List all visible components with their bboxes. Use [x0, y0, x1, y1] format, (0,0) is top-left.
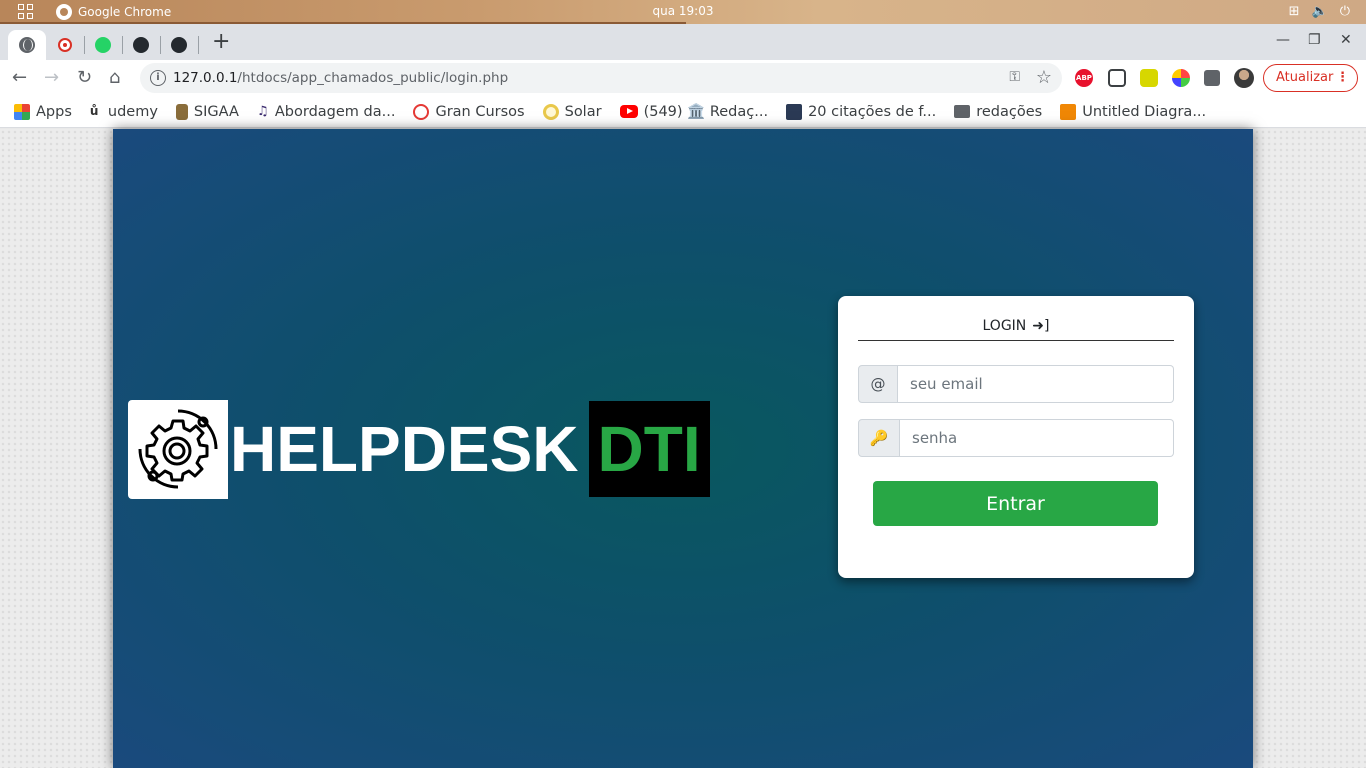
bookmark-star-icon[interactable]: ☆	[1036, 67, 1052, 88]
key-icon[interactable]: ⚿	[1009, 69, 1020, 85]
bookmark-label: Solar	[564, 103, 602, 120]
address-bar[interactable]: i 127.0.0.1/htdocs/app_chamados_public/l…	[140, 63, 1062, 93]
github-icon	[133, 37, 149, 53]
update-button[interactable]: Atualizar ⋮	[1263, 64, 1358, 92]
password-input-group: 🔑	[858, 419, 1174, 457]
bookmark-label: SIGAA	[193, 103, 239, 120]
bookmark-solar[interactable]: Solar	[542, 103, 602, 120]
screenshot-extension-icon[interactable]	[1108, 69, 1126, 87]
bookmark-label: Gran Cursos	[435, 103, 525, 120]
tab-separator	[160, 36, 161, 54]
bookmark-label: Untitled Diagra...	[1082, 103, 1207, 120]
clock[interactable]: qua 19:03	[0, 4, 1366, 18]
password-field[interactable]	[900, 419, 1174, 457]
url-path: /htdocs/app_chamados_public/login.php	[237, 70, 509, 86]
reload-button[interactable]: ↻	[77, 67, 92, 89]
bookmark-gran-cursos[interactable]: Gran Cursos	[413, 103, 525, 120]
email-input-group: @	[858, 365, 1174, 403]
bookmark-abordagem[interactable]: ♫ Abordagem da...	[257, 104, 396, 120]
tab-login-page[interactable]	[8, 30, 46, 60]
browser-toolbar: ← → ↻ ⌂ i 127.0.0.1/htdocs/app_chamados_…	[0, 60, 1366, 96]
submit-login-button[interactable]: Entrar	[873, 481, 1158, 526]
tab-github-2[interactable]	[164, 30, 194, 60]
tab-strip: + — ❐ ✕	[0, 24, 1366, 60]
gran-cursos-icon	[413, 103, 430, 120]
url-text[interactable]: 127.0.0.1/htdocs/app_chamados_public/log…	[173, 70, 508, 86]
gear-logo-icon	[128, 399, 228, 499]
email-field[interactable]	[898, 365, 1174, 403]
bookmark-untitled-diagram[interactable]: Untitled Diagra...	[1060, 103, 1207, 120]
bookmark-apps[interactable]: Apps	[14, 103, 72, 120]
bookmark-label: 20 citações de f...	[808, 103, 937, 120]
minimize-icon[interactable]: —	[1276, 32, 1290, 48]
youtube-icon	[619, 105, 638, 118]
bookmark-sigaa[interactable]: SIGAA	[175, 103, 239, 120]
sigaa-icon	[175, 103, 188, 120]
key-icon: 🔑	[858, 419, 900, 457]
login-header: LOGIN ➜]	[858, 318, 1174, 341]
folder-icon	[954, 105, 971, 118]
record-icon	[58, 38, 72, 52]
helpdesk-logo: HELPDESK DTI	[128, 399, 710, 499]
citacoes-icon	[786, 103, 803, 120]
back-button[interactable]: ←	[12, 67, 27, 89]
bookmark-label: (549) 🏛️ Redaç...	[643, 104, 769, 120]
globe-icon	[19, 37, 35, 53]
close-icon[interactable]: ✕	[1340, 32, 1352, 48]
tab-separator	[198, 36, 199, 54]
bookmark-label: redações	[976, 103, 1043, 120]
bookmark-label: Apps	[36, 103, 72, 120]
network-icon[interactable]: ⊞	[1289, 4, 1300, 19]
page-viewport: HELPDESK DTI LOGIN ➜] @ 🔑 Entrar	[0, 129, 1366, 768]
solar-icon	[542, 103, 559, 120]
music-icon: ♫	[256, 103, 269, 119]
tab-separator	[84, 36, 85, 54]
adblock-plus-icon[interactable]: ABP	[1075, 69, 1093, 87]
home-button[interactable]: ⌂	[109, 67, 120, 89]
login-card: LOGIN ➜] @ 🔑 Entrar	[838, 296, 1194, 578]
tab-github-1[interactable]	[126, 30, 156, 60]
bookmark-redacoes-folder[interactable]: redações	[954, 104, 1042, 120]
bookmark-label: udemy	[107, 103, 158, 120]
color-wheel-extension-icon[interactable]	[1172, 69, 1190, 87]
bookmarks-bar: Apps ů udemy SIGAA ♫ Abordagem da... Gran …	[0, 96, 1366, 128]
power-icon[interactable]: ⏻	[1340, 4, 1350, 19]
update-label: Atualizar	[1276, 70, 1334, 85]
udemy-icon: ů	[89, 103, 99, 118]
bookmark-udemy[interactable]: ů udemy	[90, 104, 158, 120]
tab-whatsapp[interactable]	[88, 30, 118, 60]
login-title: LOGIN	[982, 318, 1027, 334]
url-host: 127.0.0.1	[173, 70, 238, 86]
new-tab-button[interactable]: +	[212, 31, 230, 53]
brand-text: HELPDESK	[230, 413, 579, 485]
diagram-icon	[1060, 103, 1077, 120]
forward-button[interactable]: →	[44, 67, 59, 89]
tab-recording[interactable]	[50, 30, 80, 60]
volume-icon[interactable]: 🔈	[1312, 4, 1328, 19]
tab-separator	[122, 36, 123, 54]
restore-icon[interactable]: ❐	[1308, 32, 1321, 48]
os-top-bar: Google Chrome qua 19:03 ⊞ 🔈 ⏻	[0, 0, 1366, 24]
apps-icon	[14, 103, 30, 120]
bookmark-redacao-youtube[interactable]: (549) 🏛️ Redaç...	[619, 103, 769, 120]
extensions-puzzle-icon[interactable]	[1204, 70, 1220, 86]
system-tray[interactable]: ⊞ 🔈 ⏻	[1289, 4, 1350, 19]
github-icon	[171, 37, 187, 53]
sign-in-icon: ➜]	[1032, 318, 1050, 334]
at-sign-addon: @	[858, 365, 898, 403]
hero-panel: HELPDESK DTI LOGIN ➜] @ 🔑 Entrar	[113, 129, 1253, 768]
bookmark-label: Abordagem da...	[274, 103, 396, 120]
whatsapp-icon	[95, 37, 111, 53]
menu-dots-icon: ⋮	[1336, 70, 1349, 85]
brand-accent-text: DTI	[588, 401, 710, 497]
profile-avatar[interactable]	[1234, 68, 1254, 88]
star-extension-icon[interactable]	[1140, 69, 1158, 87]
site-info-icon[interactable]: i	[150, 70, 166, 86]
bookmark-citacoes[interactable]: 20 citações de f...	[786, 103, 937, 120]
